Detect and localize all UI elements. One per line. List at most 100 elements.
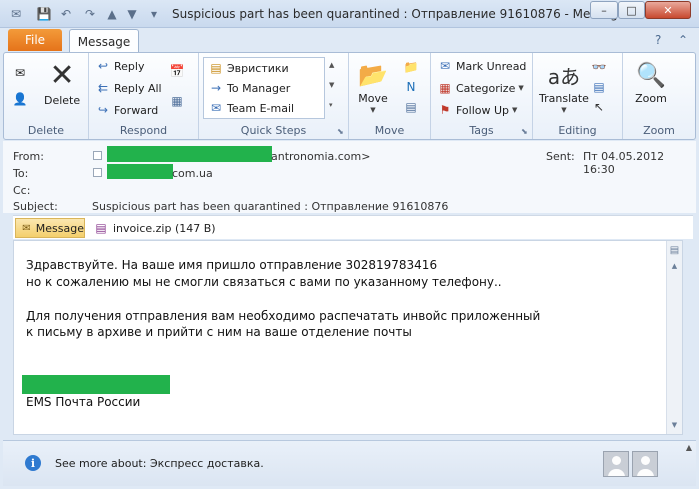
reply-button[interactable]: ↩ Reply bbox=[95, 58, 145, 74]
minimize-ribbon-icon[interactable]: ⌃ bbox=[678, 33, 688, 47]
quick-step-item[interactable]: ▤ Эвристики bbox=[208, 60, 288, 76]
translate-icon: aあ bbox=[547, 64, 581, 89]
delete-button[interactable]: ✕ Delete bbox=[44, 57, 80, 108]
message-header: From: antronomia.com> To: com.ua Cc: Sub… bbox=[3, 141, 696, 213]
tab-message[interactable]: Message bbox=[69, 29, 139, 53]
related-icon[interactable]: ▤ bbox=[591, 79, 607, 95]
group-move: 📂 Move ▼ 📁 N ▤ Move bbox=[349, 53, 431, 139]
translate-button[interactable]: aあ Translate ▼ bbox=[539, 59, 589, 115]
redaction-block bbox=[107, 164, 173, 179]
onenote-icon[interactable]: N bbox=[403, 79, 419, 95]
attachment-item[interactable]: ▤ invoice.zip (147 B) bbox=[93, 220, 215, 236]
categorize-icon: ▦ bbox=[439, 81, 451, 95]
customize-toolbar-icon[interactable]: ▾ bbox=[146, 6, 162, 22]
to-value[interactable]: com.ua bbox=[172, 167, 213, 180]
group-label-quick-steps: Quick Steps bbox=[240, 124, 307, 137]
group-respond: ↩ Reply ⇇ Reply All ↪ Forward 📅 ▦ Respon… bbox=[89, 53, 199, 139]
cc-label: Cc: bbox=[13, 184, 31, 197]
body-line: EMS Почта России bbox=[26, 395, 141, 409]
vertical-scrollbar[interactable]: ▤ ▲ ▼ bbox=[666, 241, 682, 434]
ribbon: ✉ 👤 ✕ Delete Delete ↩ Reply ⇇ Reply All … bbox=[3, 52, 696, 140]
avatar[interactable] bbox=[603, 451, 629, 477]
ignore-icon[interactable]: ✉ bbox=[12, 65, 28, 81]
redaction-block bbox=[107, 146, 272, 162]
to-label: To: bbox=[13, 167, 29, 180]
avatar[interactable] bbox=[632, 451, 658, 477]
subject-label: Subject: bbox=[13, 200, 58, 213]
team-email-icon: ✉ bbox=[210, 101, 222, 115]
scroll-down-icon[interactable]: ▼ bbox=[668, 418, 681, 432]
tab-file[interactable]: File bbox=[8, 29, 62, 51]
dialog-launcher-icon[interactable]: ⬊ bbox=[521, 127, 530, 136]
forward-icon: ↪ bbox=[97, 103, 109, 117]
move-folder-icon: 📂 bbox=[358, 61, 388, 89]
zoom-button[interactable]: 🔍 Zoom bbox=[635, 59, 667, 105]
arrow-up-icon[interactable]: ▲ bbox=[104, 6, 120, 22]
forward-button[interactable]: ↪ Forward bbox=[95, 102, 158, 118]
gallery-more-icon[interactable]: ▾ bbox=[329, 101, 333, 109]
view-options-icon[interactable]: ▤ bbox=[668, 243, 681, 257]
expand-pane-icon[interactable]: ▲ bbox=[686, 443, 692, 452]
reply-all-button[interactable]: ⇇ Reply All bbox=[95, 80, 162, 96]
group-editing: aあ Translate ▼ 👓 ▤ ↖ Editing bbox=[533, 53, 623, 139]
message-view-button[interactable]: ✉ Message bbox=[15, 218, 85, 238]
mark-unread-icon: ✉ bbox=[439, 59, 451, 73]
body-line: но к сожалению мы не смогли связаться с … bbox=[26, 275, 502, 289]
group-label-move: Move bbox=[374, 124, 405, 137]
contact-status-icon bbox=[93, 168, 102, 177]
help-icon[interactable]: ? bbox=[655, 33, 661, 47]
follow-up-button[interactable]: ⚑ Follow Up ▼ bbox=[437, 102, 518, 118]
reply-all-icon: ⇇ bbox=[97, 81, 109, 95]
find-icon[interactable]: 👓 bbox=[591, 59, 607, 75]
rules-icon[interactable]: 📁 bbox=[403, 59, 419, 75]
envelope-icon[interactable]: ✉ bbox=[8, 6, 24, 22]
dialog-launcher-icon[interactable]: ⬊ bbox=[337, 127, 346, 136]
save-icon[interactable]: 💾 bbox=[36, 6, 52, 22]
flag-icon: ⚑ bbox=[439, 103, 451, 117]
delete-x-icon: ✕ bbox=[49, 57, 75, 93]
dropdown-caret-icon: ▼ bbox=[518, 84, 524, 92]
move-button[interactable]: 📂 Move ▼ bbox=[357, 59, 389, 114]
title-bar: ✉ 💾 ↶ ↷ ▲ ▼ ▾ Suspicious part has been q… bbox=[0, 0, 699, 28]
group-label-tags: Tags bbox=[469, 124, 494, 137]
info-icon: i bbox=[25, 455, 41, 471]
attachment-bar: ✉ Message ▤ invoice.zip (147 B) bbox=[13, 215, 693, 239]
categorize-button[interactable]: ▦ Categorize ▼ bbox=[437, 80, 524, 96]
to-manager-icon: → bbox=[210, 81, 222, 95]
subject-value: Suspicious part has been quarantined : О… bbox=[92, 200, 449, 213]
dropdown-caret-icon: ▼ bbox=[561, 106, 567, 114]
actions-icon[interactable]: ▤ bbox=[403, 99, 419, 115]
quick-step-item[interactable]: → To Manager bbox=[208, 80, 290, 96]
meeting-icon[interactable]: 📅 bbox=[169, 63, 185, 79]
junk-icon[interactable]: 👤 bbox=[12, 91, 28, 107]
see-more-text[interactable]: See more about: Экспресс доставка. bbox=[55, 457, 264, 470]
maximize-button[interactable]: □ bbox=[618, 1, 645, 19]
minimize-button[interactable]: – bbox=[590, 1, 618, 19]
group-label-delete: Delete bbox=[27, 124, 65, 137]
group-quick-steps: ▤ Эвристики → To Manager ✉ Team E-mail ▲… bbox=[199, 53, 349, 139]
select-icon[interactable]: ↖ bbox=[591, 99, 607, 115]
undo-icon[interactable]: ↶ bbox=[58, 6, 74, 22]
close-button[interactable]: ✕ bbox=[645, 1, 691, 19]
window-title: Suspicious part has been quarantined : О… bbox=[172, 7, 637, 21]
group-delete: ✉ 👤 ✕ Delete Delete bbox=[4, 53, 89, 139]
scroll-down-icon[interactable]: ▼ bbox=[329, 81, 334, 89]
sent-label: Sent: bbox=[546, 150, 575, 163]
redo-icon[interactable]: ↷ bbox=[82, 6, 98, 22]
scroll-up-icon[interactable]: ▲ bbox=[329, 61, 334, 69]
group-label-editing: Editing bbox=[558, 124, 597, 137]
message-body[interactable]: Здравствуйте. На ваше имя пришло отправл… bbox=[13, 240, 683, 435]
folder-icon: ▤ bbox=[210, 61, 222, 75]
more-respond-icon[interactable]: ▦ bbox=[169, 93, 185, 109]
mark-unread-button[interactable]: ✉ Mark Unread bbox=[437, 58, 526, 74]
group-label-respond: Respond bbox=[119, 124, 168, 137]
redaction-block bbox=[22, 375, 170, 394]
ribbon-tabs: File Message ? ⌃ bbox=[0, 28, 699, 53]
body-line: Здравствуйте. На ваше имя пришло отправл… bbox=[26, 258, 438, 272]
scroll-up-icon[interactable]: ▲ bbox=[668, 259, 681, 273]
envelope-icon: ✉ bbox=[22, 222, 31, 234]
from-label: From: bbox=[13, 150, 44, 163]
arrow-down-icon[interactable]: ▼ bbox=[124, 6, 140, 22]
quick-step-item[interactable]: ✉ Team E-mail bbox=[208, 100, 294, 116]
from-value[interactable]: antronomia.com> bbox=[271, 150, 370, 163]
